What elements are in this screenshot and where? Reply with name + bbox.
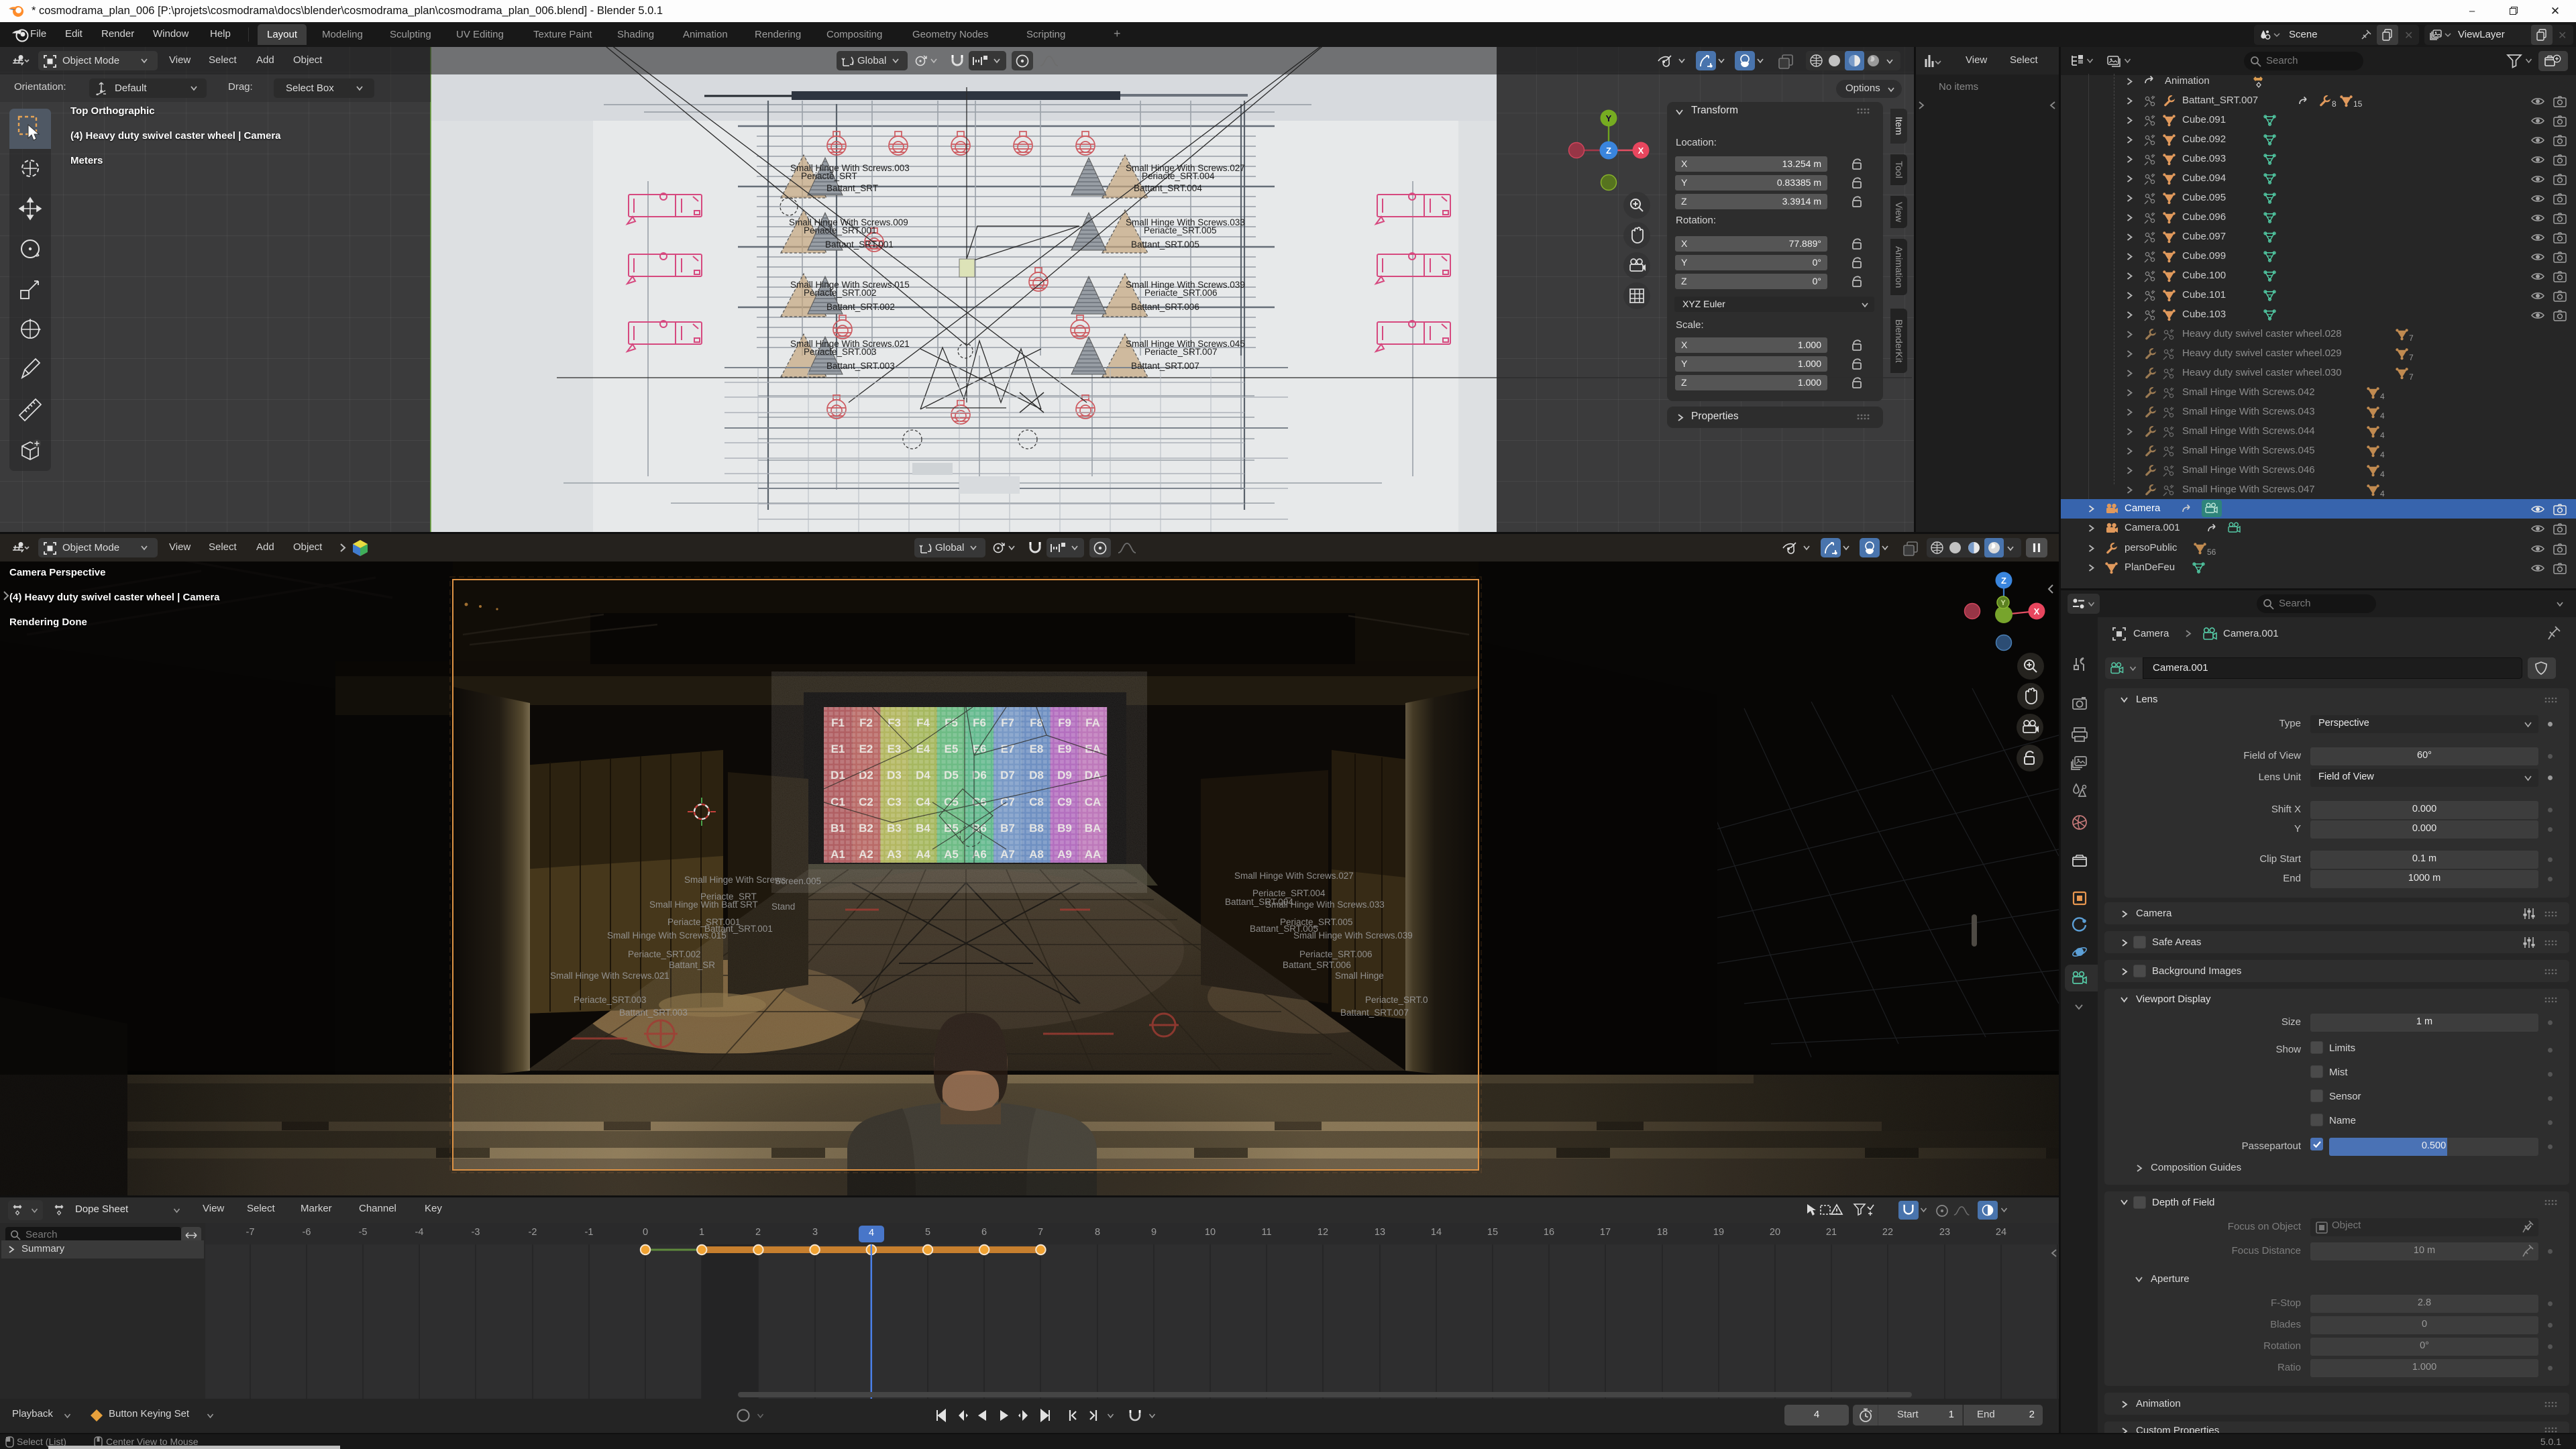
svg-text:Periacte_SRT.003: Periacte_SRT.003 — [574, 995, 647, 1005]
svg-text:Periacte_SRT.006: Periacte_SRT.006 — [1299, 949, 1373, 959]
svg-text:Periacte_SRT.003: Periacte_SRT.003 — [804, 347, 877, 357]
svg-text:Periacte_SRT.001: Periacte_SRT.001 — [804, 225, 877, 235]
svg-text:Y: Y — [2000, 599, 2006, 607]
svg-text:Battant_SRT.004: Battant_SRT.004 — [1134, 183, 1202, 193]
svg-text:Small Hinge With Screws.021: Small Hinge With Screws.021 — [550, 971, 669, 981]
svg-text:Small Hinge With Screws: Small Hinge With Screws — [684, 875, 786, 885]
svg-text:Periacte_SRT.002: Periacte_SRT.002 — [804, 288, 877, 298]
svg-text:Battant_SRT.002: Battant_SRT.002 — [826, 302, 895, 312]
svg-text:Battant_SRT.003: Battant_SRT.003 — [826, 361, 895, 371]
svg-text:Battant_SRT: Battant_SRT — [826, 183, 878, 193]
svg-text:Battant_SRT.001: Battant_SRT.001 — [825, 239, 894, 250]
svg-text:X: X — [1638, 146, 1644, 156]
svg-text:X: X — [2034, 606, 2040, 616]
svg-text:Small Hinge With Screws.027: Small Hinge With Screws.027 — [1234, 871, 1354, 881]
svg-text:Battant_SRT.005: Battant_SRT.005 — [1131, 239, 1199, 250]
svg-text:Periacte_SRT.006: Periacte_SRT.006 — [1144, 288, 1218, 298]
svg-text:Battant_SRT.006: Battant_SRT.006 — [1283, 960, 1351, 970]
svg-text:Periacte_SRT: Periacte_SRT — [801, 171, 857, 181]
svg-text:Periacte_SRT.0: Periacte_SRT.0 — [1365, 995, 1428, 1005]
svg-text:Periacte_SRT.005: Periacte_SRT.005 — [1144, 225, 1217, 235]
svg-text:Battant_SRT.003: Battant_SRT.003 — [619, 1008, 688, 1018]
svg-text:Small Hinge With Screws.015: Small Hinge With Screws.015 — [607, 930, 727, 941]
svg-text:Periacte_SRT.004: Periacte_SRT.004 — [1142, 171, 1215, 181]
svg-text:Small Hinge With Batt SRT: Small Hinge With Batt SRT — [649, 900, 758, 910]
svg-text:Periacte_SRT.002: Periacte_SRT.002 — [628, 949, 701, 959]
svg-text:Small Hinge: Small Hinge — [1335, 971, 1384, 981]
svg-text:Battant_SRT.007: Battant_SRT.007 — [1340, 1008, 1409, 1018]
svg-text:Z: Z — [1606, 146, 1611, 156]
svg-text:Periacte_SRT.007: Periacte_SRT.007 — [1144, 347, 1218, 357]
svg-text:Battant_SR: Battant_SR — [669, 960, 715, 970]
svg-text:Battant_SRT.007: Battant_SRT.007 — [1131, 361, 1199, 371]
svg-text:Small Hinge With Screws.039: Small Hinge With Screws.039 — [1293, 930, 1413, 941]
svg-text:Z: Z — [2001, 576, 2006, 586]
svg-text:Small Hinge With Screws.033: Small Hinge With Screws.033 — [1265, 900, 1385, 910]
svg-text:Stand: Stand — [771, 902, 795, 912]
svg-text:Battant_SRT.006: Battant_SRT.006 — [1131, 302, 1199, 312]
svg-text:Y: Y — [1606, 113, 1612, 123]
